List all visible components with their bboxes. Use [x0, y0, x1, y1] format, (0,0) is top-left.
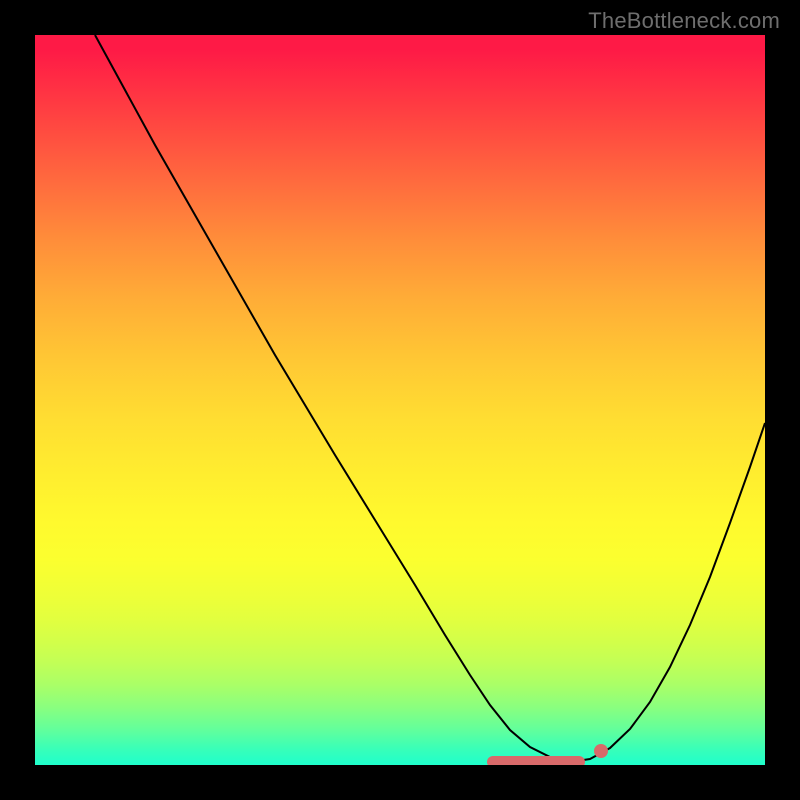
chart-frame: TheBottleneck.com — [0, 0, 800, 800]
watermark: TheBottleneck.com — [588, 8, 780, 34]
bottleneck-curve — [95, 35, 765, 762]
plot-area — [35, 35, 765, 765]
overlay-svg — [35, 35, 765, 765]
min-plateau-marker — [487, 756, 585, 765]
marker-dot — [594, 744, 608, 758]
